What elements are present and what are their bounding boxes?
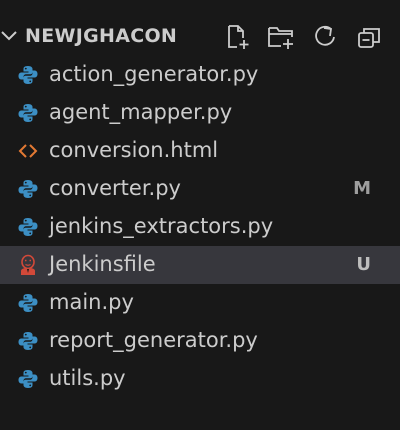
new-file-button[interactable] <box>222 22 252 52</box>
file-name: main.py <box>49 290 134 314</box>
file-item[interactable]: main.py <box>0 284 400 322</box>
chevron-down-icon[interactable] <box>0 26 20 46</box>
file-name: jenkins_extractors.py <box>49 214 274 238</box>
python-icon <box>17 64 39 86</box>
jenkins-icon <box>17 254 39 276</box>
python-icon <box>17 292 39 314</box>
file-item[interactable]: report_generator.py <box>0 322 400 360</box>
new-file-icon <box>228 25 249 49</box>
python-icon <box>17 178 39 200</box>
modified-badge: M <box>353 178 371 199</box>
python-icon <box>17 102 39 124</box>
untracked-badge: U <box>356 254 371 275</box>
file-item[interactable]: action_generator.py <box>0 56 400 94</box>
refresh-button[interactable] <box>310 22 340 52</box>
file-name: utils.py <box>49 366 126 390</box>
file-explorer: NEWJGHACON action_generator.py agent_map… <box>0 0 400 430</box>
new-folder-icon <box>268 27 293 49</box>
collapse-all-icon <box>358 28 380 48</box>
python-icon <box>17 330 39 352</box>
file-item[interactable]: utils.py <box>0 360 400 398</box>
folder-header[interactable]: NEWJGHACON <box>0 18 400 56</box>
python-icon <box>17 216 39 238</box>
file-item[interactable]: agent_mapper.py <box>0 94 400 132</box>
file-item[interactable]: Jenkinsfile U <box>0 246 400 284</box>
file-name: agent_mapper.py <box>49 100 233 124</box>
file-name: converter.py <box>49 176 181 200</box>
python-icon <box>17 368 39 390</box>
file-name: conversion.html <box>49 138 219 162</box>
folder-name: NEWJGHACON <box>25 25 178 47</box>
html-icon <box>17 140 39 162</box>
file-name: report_generator.py <box>49 328 258 352</box>
file-item[interactable]: converter.py M <box>0 170 400 208</box>
file-list: action_generator.py agent_mapper.py conv… <box>0 56 400 398</box>
new-folder-button[interactable] <box>266 22 296 52</box>
explorer-toolbar <box>222 22 384 52</box>
collapse-all-button[interactable] <box>354 22 384 52</box>
file-name: action_generator.py <box>49 62 259 86</box>
file-item[interactable]: jenkins_extractors.py <box>0 208 400 246</box>
file-item[interactable]: conversion.html <box>0 132 400 170</box>
file-name: Jenkinsfile <box>49 252 156 276</box>
refresh-icon <box>315 25 335 46</box>
